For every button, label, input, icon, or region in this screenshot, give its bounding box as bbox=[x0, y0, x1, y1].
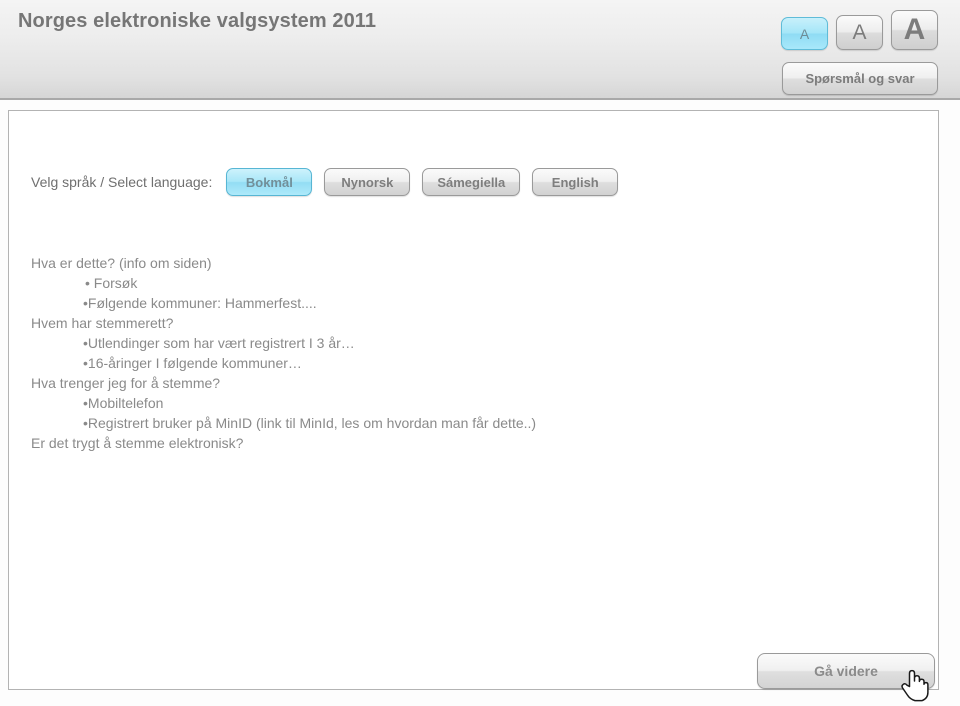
info-line: •Følgende kommuner: Hammerfest.... bbox=[83, 295, 317, 311]
language-option-english[interactable]: English bbox=[532, 168, 619, 196]
info-line: •Utlendinger som har vært registrert I 3… bbox=[83, 335, 355, 351]
language-option-bokmal[interactable]: Bokmål bbox=[226, 168, 313, 196]
text-size-small-button[interactable]: A bbox=[781, 17, 828, 50]
app-header: Norges elektroniske valgsystem 2011 A A … bbox=[0, 0, 960, 100]
info-line: • Forsøk bbox=[85, 275, 138, 291]
text-size-large-button[interactable]: A bbox=[891, 10, 938, 50]
language-selector: Velg språk / Select language: Bokmål Nyn… bbox=[31, 168, 630, 196]
questions-and-answers-button[interactable]: Spørsmål og svar bbox=[782, 62, 938, 95]
language-option-nynorsk[interactable]: Nynorsk bbox=[324, 168, 411, 196]
info-line: •Mobiltelefon bbox=[83, 395, 164, 411]
info-line: •16-åringer I følgende kommuner… bbox=[83, 355, 302, 371]
info-line: Er det trygt å stemme elektronisk? bbox=[31, 435, 244, 451]
info-line: Hva er dette? (info om siden) bbox=[31, 255, 212, 271]
application-window: Norges elektroniske valgsystem 2011 A A … bbox=[0, 0, 960, 706]
info-line: Hva trenger jeg for å stemme? bbox=[31, 375, 221, 391]
text-size-group: A A A bbox=[781, 10, 938, 50]
page-title: Norges elektroniske valgsystem 2011 bbox=[18, 10, 377, 32]
text-size-medium-button[interactable]: A bbox=[836, 15, 883, 50]
language-option-samegiella[interactable]: Sámegiella bbox=[422, 168, 521, 196]
forward-button[interactable]: Gå videre bbox=[757, 653, 935, 689]
info-line: •Registrert bruker på MinID (link til Mi… bbox=[83, 415, 537, 431]
language-selector-label: Velg språk / Select language: bbox=[31, 174, 213, 190]
info-text-block: Hva er dette? (info om siden) • Forsøk •… bbox=[31, 253, 536, 453]
info-line: Hvem har stemmerett? bbox=[31, 315, 174, 331]
content-panel: Velg språk / Select language: Bokmål Nyn… bbox=[8, 110, 939, 690]
